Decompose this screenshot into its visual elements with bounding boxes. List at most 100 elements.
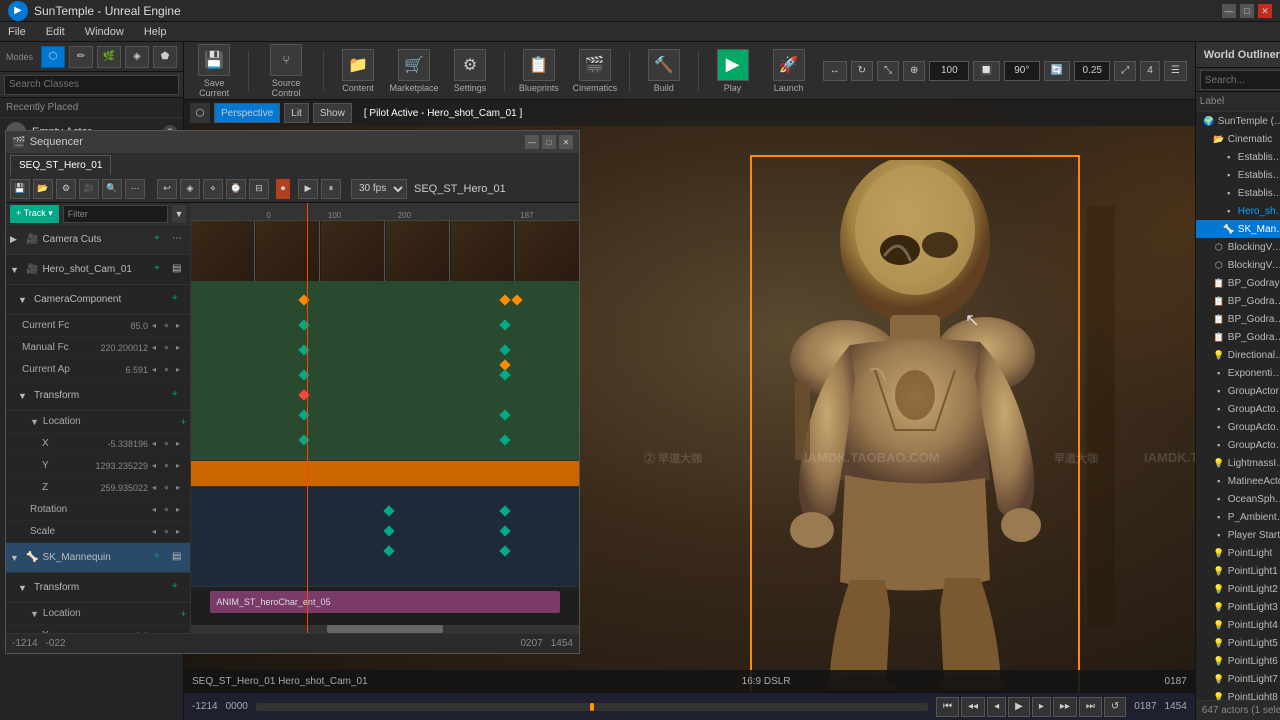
camera-component-track[interactable]: ▼ CameraComponent + xyxy=(6,285,190,315)
pb-next-key[interactable]: ▸▸ xyxy=(1053,697,1077,717)
outliner-item-20[interactable]: ▪MatineeActor xyxy=(1196,472,1280,490)
ap-add-key[interactable]: ⋄ xyxy=(164,365,174,375)
seq-pause-btn[interactable]: ⏸ xyxy=(321,179,341,199)
lz-next[interactable]: ▸ xyxy=(176,483,186,493)
camera-cuts-track[interactable]: ▶ 🎥 Camera Cuts + ⋯ xyxy=(6,225,190,255)
outliner-item-30[interactable]: 💡PointLight6PointLig... xyxy=(1196,652,1280,670)
hero-cam-add[interactable]: + xyxy=(154,263,168,277)
pb-to-end[interactable]: ⏭ xyxy=(1079,697,1102,717)
pb-next-frame[interactable]: ▸ xyxy=(1032,697,1051,717)
seq-win-min[interactable]: — xyxy=(525,135,539,149)
seq-play-btn[interactable]: ▶ xyxy=(298,179,318,199)
pb-to-start[interactable]: ⏮ xyxy=(936,697,959,717)
sklx-next[interactable]: ▸ xyxy=(176,631,186,634)
pb-loop[interactable]: ↺ xyxy=(1104,697,1126,717)
pb-play[interactable]: ▶ xyxy=(1008,697,1030,717)
marketplace-btn[interactable]: 🛒 Marketplace xyxy=(392,49,436,93)
outliner-item-2[interactable]: ▪Establishing_rCineCa... xyxy=(1196,148,1280,166)
pb-prev-frame[interactable]: ◂ xyxy=(987,697,1006,717)
scale-next[interactable]: ▸ xyxy=(176,527,186,537)
outliner-item-6[interactable]: 🦴SK_Mannequi...SEQ_ST_Hero_01Skeletal... xyxy=(1196,220,1280,238)
scale-snap-input[interactable] xyxy=(1074,61,1110,81)
sklx-key[interactable]: ⋄ xyxy=(164,631,174,634)
outliner-item-5[interactable]: ▪Hero_shot_Ca...SEQ_ST_Hero_01CineCa... xyxy=(1196,202,1280,220)
hero-cam-expand[interactable]: ▼ xyxy=(10,265,22,275)
sk-tr-expand[interactable]: ▼ xyxy=(18,583,30,593)
mfc-prev-key[interactable]: ◂ xyxy=(152,343,162,353)
fc-next-key[interactable]: ▸ xyxy=(176,321,186,331)
ap-next-key[interactable]: ▸ xyxy=(176,365,186,375)
sk-transform-track[interactable]: ▼ Transform + xyxy=(6,573,190,603)
seq-more-btn[interactable]: ⋯ xyxy=(125,179,145,199)
mode-geo-btn[interactable]: ⬟ xyxy=(153,46,177,68)
outliner-item-11[interactable]: 📋BP_Godray_4 xyxy=(1196,310,1280,328)
outliner-item-19[interactable]: 💡LightmassImpor... xyxy=(1196,454,1280,472)
blueprints-btn[interactable]: 📋 Blueprints xyxy=(517,49,561,93)
camera-cuts-menu[interactable]: ⋯ xyxy=(172,233,186,247)
perspective-btn[interactable]: Perspective xyxy=(214,103,280,123)
save-current-btn[interactable]: 💾 Save Current xyxy=(192,44,236,98)
pb-prev-key[interactable]: ◂◂ xyxy=(961,697,985,717)
add-track-btn[interactable]: + Track ▾ xyxy=(10,205,59,223)
hero-cam-menu[interactable]: ▤ xyxy=(172,263,186,277)
fc-add-key[interactable]: ⋄ xyxy=(164,321,174,331)
seq-window-title[interactable]: 🎬 Sequencer — □ ✕ xyxy=(6,131,579,153)
outliner-item-10[interactable]: 📋BP_Godray_2 xyxy=(1196,292,1280,310)
seq-markers-btn[interactable]: ⌚ xyxy=(226,179,246,199)
tr-expand[interactable]: ▼ xyxy=(18,391,30,401)
menu-window[interactable]: Window xyxy=(81,26,128,38)
scale-prev[interactable]: ◂ xyxy=(152,527,162,537)
outliner-item-3[interactable]: ▪Establishing_rCineCa... xyxy=(1196,166,1280,184)
show-btn[interactable]: Show xyxy=(313,103,352,123)
cinematics-btn[interactable]: 🎬 Cinematics xyxy=(573,49,617,93)
coord-space-btn[interactable]: ⊕ xyxy=(903,61,925,81)
anim-clip-block[interactable]: ANIM_ST_heroChar_ent_05 xyxy=(210,591,559,613)
play-btn[interactable]: ▶ Play xyxy=(711,49,755,93)
outliner-item-7[interactable]: ⬡BlockingVolumeBlockin... xyxy=(1196,238,1280,256)
transform-scale-btn[interactable]: ⤡ xyxy=(877,61,899,81)
filter-bar[interactable]: Filter xyxy=(63,205,168,223)
seq-camera-btn[interactable]: 🎥 xyxy=(79,179,99,199)
source-control-btn[interactable]: ⑂ Source Control xyxy=(261,44,311,98)
lx-prev[interactable]: ◂ xyxy=(152,439,162,449)
seq-save-btn[interactable]: 💾 xyxy=(10,179,30,199)
outliner-item-12[interactable]: 📋BP_Godray_5Edit Bp xyxy=(1196,328,1280,346)
outliner-item-9[interactable]: 📋BP_GodrayEdit Bp xyxy=(1196,274,1280,292)
outliner-item-16[interactable]: ▪GroupActor_0GroupAc... xyxy=(1196,400,1280,418)
outliner-item-28[interactable]: 💡PointLight4PointLig... xyxy=(1196,616,1280,634)
timeline-scrollbar-thumb[interactable] xyxy=(327,625,443,633)
outliner-item-27[interactable]: 💡PointLight3PointLig... xyxy=(1196,598,1280,616)
ly-next[interactable]: ▸ xyxy=(176,461,186,471)
outliner-item-13[interactable]: 💡DirectionalLight xyxy=(1196,346,1280,364)
sk-add[interactable]: + xyxy=(154,551,168,565)
outliner-item-18[interactable]: ▪GroupActor_2GroupAc... xyxy=(1196,436,1280,454)
mode-brush-btn[interactable]: ◈ xyxy=(125,46,149,68)
camera-speed-btn[interactable]: 4 xyxy=(1140,61,1160,81)
outliner-item-17[interactable]: ▪GroupActor_1GroupAc... xyxy=(1196,418,1280,436)
outliner-item-21[interactable]: ▪OceanSphereRef...SphereRe... xyxy=(1196,490,1280,508)
lz-key[interactable]: ⋄ xyxy=(164,483,174,493)
rotation-snap-input[interactable] xyxy=(1004,61,1040,81)
seq-anim-btn[interactable]: ◈ xyxy=(180,179,200,199)
outliner-item-26[interactable]: 💡PointLight2PointLig... xyxy=(1196,580,1280,598)
lit-btn[interactable]: Lit xyxy=(284,103,309,123)
seq-settings-btn[interactable]: ⚙ xyxy=(56,179,76,199)
tr-add[interactable]: + xyxy=(172,389,186,403)
sk-tr-add[interactable]: + xyxy=(172,581,186,595)
outliner-item-8[interactable]: ⬡BlockingVolumeBlockin... xyxy=(1196,256,1280,274)
mode-paint-btn[interactable]: ✏ xyxy=(69,46,93,68)
sklx-prev[interactable]: ◂ xyxy=(152,631,162,634)
camera-cuts-add[interactable]: + xyxy=(154,233,168,247)
timeline-scrollbar[interactable] xyxy=(191,625,579,633)
rot-key[interactable]: ⋄ xyxy=(164,505,174,515)
loc-add[interactable]: + xyxy=(181,417,186,427)
transform-rotate-btn[interactable]: ↻ xyxy=(851,61,873,81)
ly-prev[interactable]: ◂ xyxy=(152,461,162,471)
maximize-button[interactable]: □ xyxy=(1240,4,1254,18)
outliner-item-22[interactable]: ▪P_Ambient_DustEmitter xyxy=(1196,508,1280,526)
outliner-search-input[interactable] xyxy=(1200,70,1280,90)
menu-file[interactable]: File xyxy=(4,26,30,38)
camera-cuts-expand[interactable]: ▶ xyxy=(10,234,22,245)
seq-keys-btn[interactable]: ⋄ xyxy=(203,179,223,199)
fc-prev-key[interactable]: ◂ xyxy=(152,321,162,331)
